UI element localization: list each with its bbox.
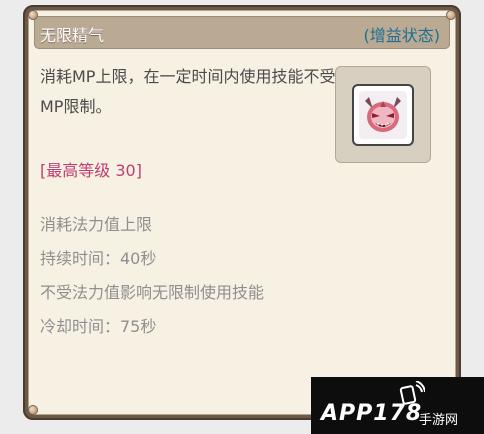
stat-line: 消耗法力值上限: [40, 215, 153, 234]
watermark-brand: APP178: [321, 401, 423, 426]
watermark-subtitle: 手游网: [419, 413, 459, 428]
skill-icon-panel: [335, 66, 431, 163]
tooltip-panel: 无限精气 (增益状态) 消耗MP上限，在一定时间内使用技能不受MP限制。 [最高…: [28, 10, 456, 415]
buff-status-label: (增益状态): [363, 26, 441, 45]
skill-stats: 消耗法力值上限 持续时间：40秒 不受法力值影响无限制使用技能 冷却时间：75秒: [40, 208, 360, 344]
stat-line: 冷却时间：75秒: [40, 317, 157, 336]
stat-line: 持续时间：40秒: [40, 249, 157, 268]
stat-line: 不受法力值影响无限制使用技能: [40, 283, 265, 302]
skill-description: 消耗MP上限，在一定时间内使用技能不受MP限制。: [40, 67, 336, 116]
skill-icon-frame: [352, 84, 414, 146]
max-level-label: [最高等级 30]: [40, 161, 142, 180]
demon-face-icon: [359, 91, 407, 139]
corner-rivet: [28, 10, 38, 20]
tooltip-titlebar: 无限精气 (增益状态): [34, 16, 450, 49]
skill-tooltip: 无限精气 (增益状态) 消耗MP上限，在一定时间内使用技能不受MP限制。 [最高…: [23, 5, 461, 420]
site-watermark: APP178 手游网: [311, 377, 484, 434]
corner-rivet: [28, 405, 38, 415]
skill-name: 无限精气: [40, 26, 105, 45]
corner-rivet: [446, 10, 456, 20]
